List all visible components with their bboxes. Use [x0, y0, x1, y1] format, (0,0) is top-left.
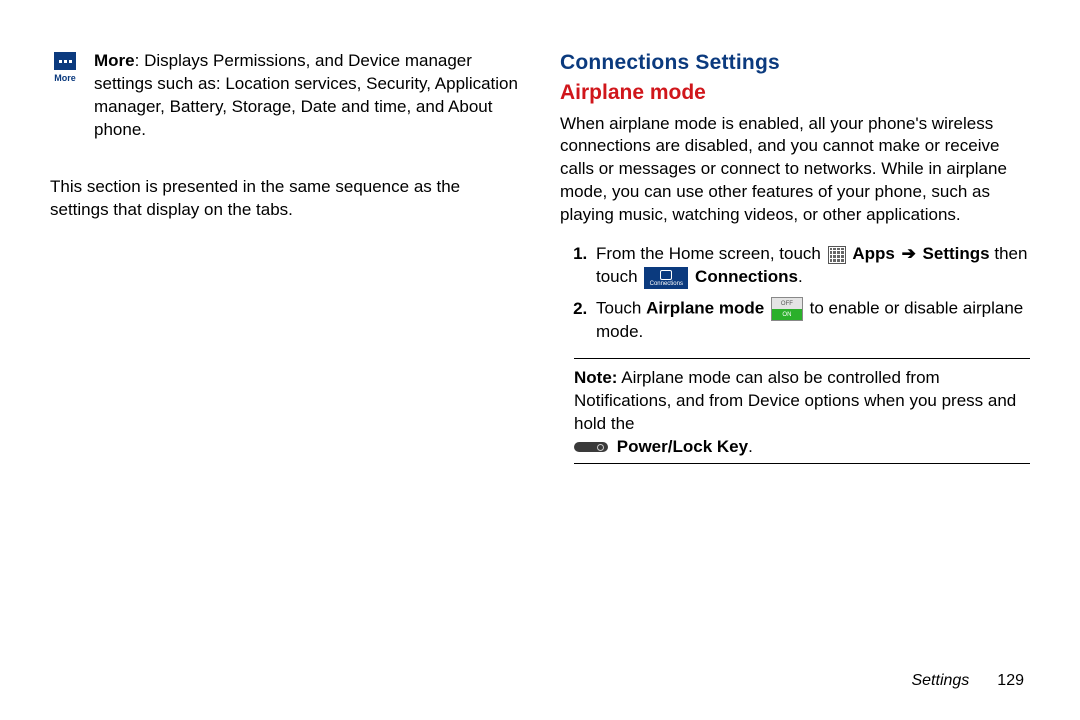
note-period: . — [748, 437, 753, 456]
connections-tab-icon: Connections — [644, 267, 688, 289]
more-icon-square — [54, 52, 76, 70]
toggle-on-label: ON — [772, 309, 802, 320]
connections-label: Connections — [695, 267, 798, 286]
toggle-off-label: OFF — [772, 298, 802, 309]
power-key-icon — [574, 442, 608, 452]
two-column-layout: More More: Displays Permissions, and Dev… — [50, 50, 1030, 672]
settings-label: Settings — [923, 244, 990, 263]
connections-icon-label: Connections — [650, 281, 683, 287]
note-label: Note: — [574, 368, 617, 387]
divider-top — [574, 358, 1030, 359]
step2-text-a: Touch — [596, 299, 646, 318]
step1-period: . — [798, 267, 803, 286]
section-subheading: Airplane mode — [560, 80, 1030, 106]
note-text: Airplane mode can also be controlled fro… — [574, 368, 1016, 433]
footer-section: Settings — [911, 672, 969, 689]
more-label-rest: : Displays Permissions, and Device manag… — [94, 51, 518, 139]
arrow-icon: ➔ — [900, 244, 918, 263]
more-item-row: More More: Displays Permissions, and Dev… — [50, 50, 520, 158]
more-icon-label: More — [54, 72, 76, 84]
more-label-bold: More — [94, 51, 135, 70]
step1-text-a: From the Home screen, touch — [596, 244, 826, 263]
steps-list: From the Home screen, touch Apps ➔ Setti… — [574, 243, 1030, 344]
airplane-intro: When airplane mode is enabled, all your … — [560, 113, 1030, 228]
step-2: Touch Airplane mode OFF ON to enable or … — [592, 297, 1030, 344]
sequence-note: This section is presented in the same se… — [50, 176, 520, 222]
divider-bottom — [574, 463, 1030, 464]
airplane-mode-label: Airplane mode — [646, 299, 764, 318]
more-icon: More — [50, 52, 80, 84]
right-column: Connections Settings Airplane mode When … — [556, 50, 1030, 672]
step-1: From the Home screen, touch Apps ➔ Setti… — [592, 243, 1030, 289]
note-block: Note: Airplane mode can also be controll… — [574, 367, 1030, 459]
left-column: More More: Displays Permissions, and Dev… — [50, 50, 520, 672]
more-description: More: Displays Permissions, and Device m… — [94, 50, 520, 142]
toggle-off-on-icon: OFF ON — [771, 297, 803, 321]
power-lock-key-label: Power/Lock Key — [617, 437, 748, 456]
apps-label: Apps — [852, 244, 895, 263]
section-heading: Connections Settings — [560, 50, 1030, 76]
manual-page: More More: Displays Permissions, and Dev… — [0, 0, 1080, 720]
footer-page-number: 129 — [997, 672, 1024, 689]
apps-grid-icon — [828, 246, 846, 264]
page-footer: Settings 129 — [50, 672, 1030, 690]
